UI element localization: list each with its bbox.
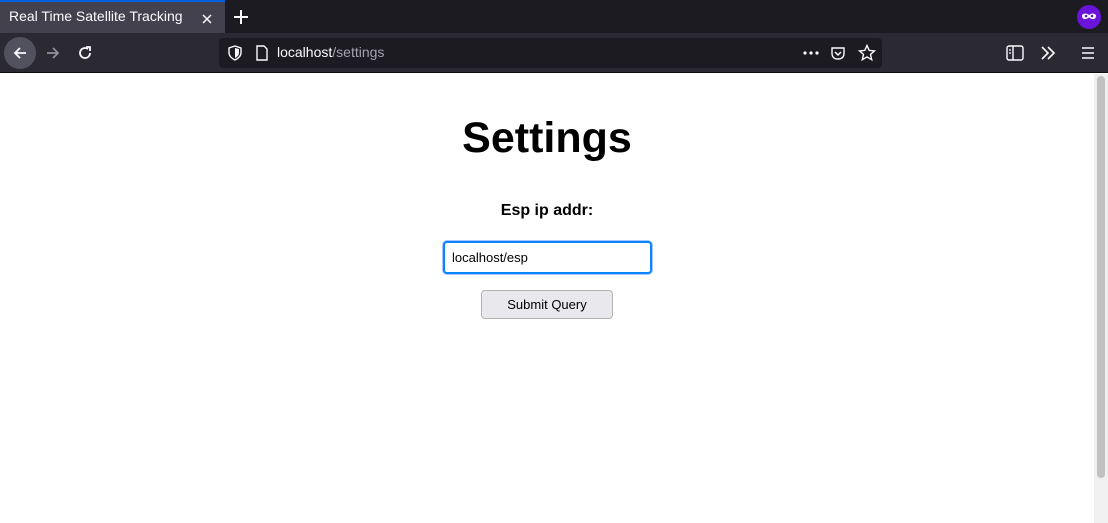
private-browsing-icon[interactable] [1077,5,1101,29]
hamburger-menu-icon[interactable] [1080,45,1096,66]
scrollbar-thumb[interactable] [1097,76,1105,478]
browser-tab[interactable]: Real Time Satellite Tracking [0,0,225,33]
vertical-scrollbar[interactable] [1094,74,1108,523]
overflow-chevron-icon[interactable] [1039,45,1057,66]
bookmark-star-icon[interactable] [857,43,877,67]
back-arrow-icon [13,47,26,59]
url-path: /settings [332,44,385,60]
submit-button[interactable]: Submit Query [481,290,613,319]
sidebar-icon[interactable] [1006,45,1024,66]
pocket-icon[interactable] [830,45,846,66]
reload-button[interactable] [69,37,101,69]
address-bar[interactable]: localhost/settings [219,38,882,68]
tab-strip: Real Time Satellite Tracking [0,0,1108,33]
navigation-toolbar: localhost/settings [0,33,1108,73]
tab-title: Real Time Satellite Tracking [9,8,183,24]
url-host: localhost [277,44,333,60]
page-icon[interactable] [254,45,270,66]
new-tab-icon[interactable] [231,7,251,27]
forward-arrow-icon [47,47,60,59]
esp-ip-label: Esp ip addr: [500,202,594,219]
back-button[interactable] [4,37,36,69]
page-content: Settings Esp ip addr: Submit Query [0,74,1094,523]
close-tab-icon[interactable] [199,11,215,27]
page-title: Settings [462,114,632,162]
esp-ip-input[interactable] [443,241,652,274]
url-text: localhost/settings [277,44,384,60]
reload-icon [79,46,91,59]
forward-button[interactable] [37,37,69,69]
shield-icon[interactable] [227,45,243,66]
more-actions-icon[interactable] [802,45,820,66]
